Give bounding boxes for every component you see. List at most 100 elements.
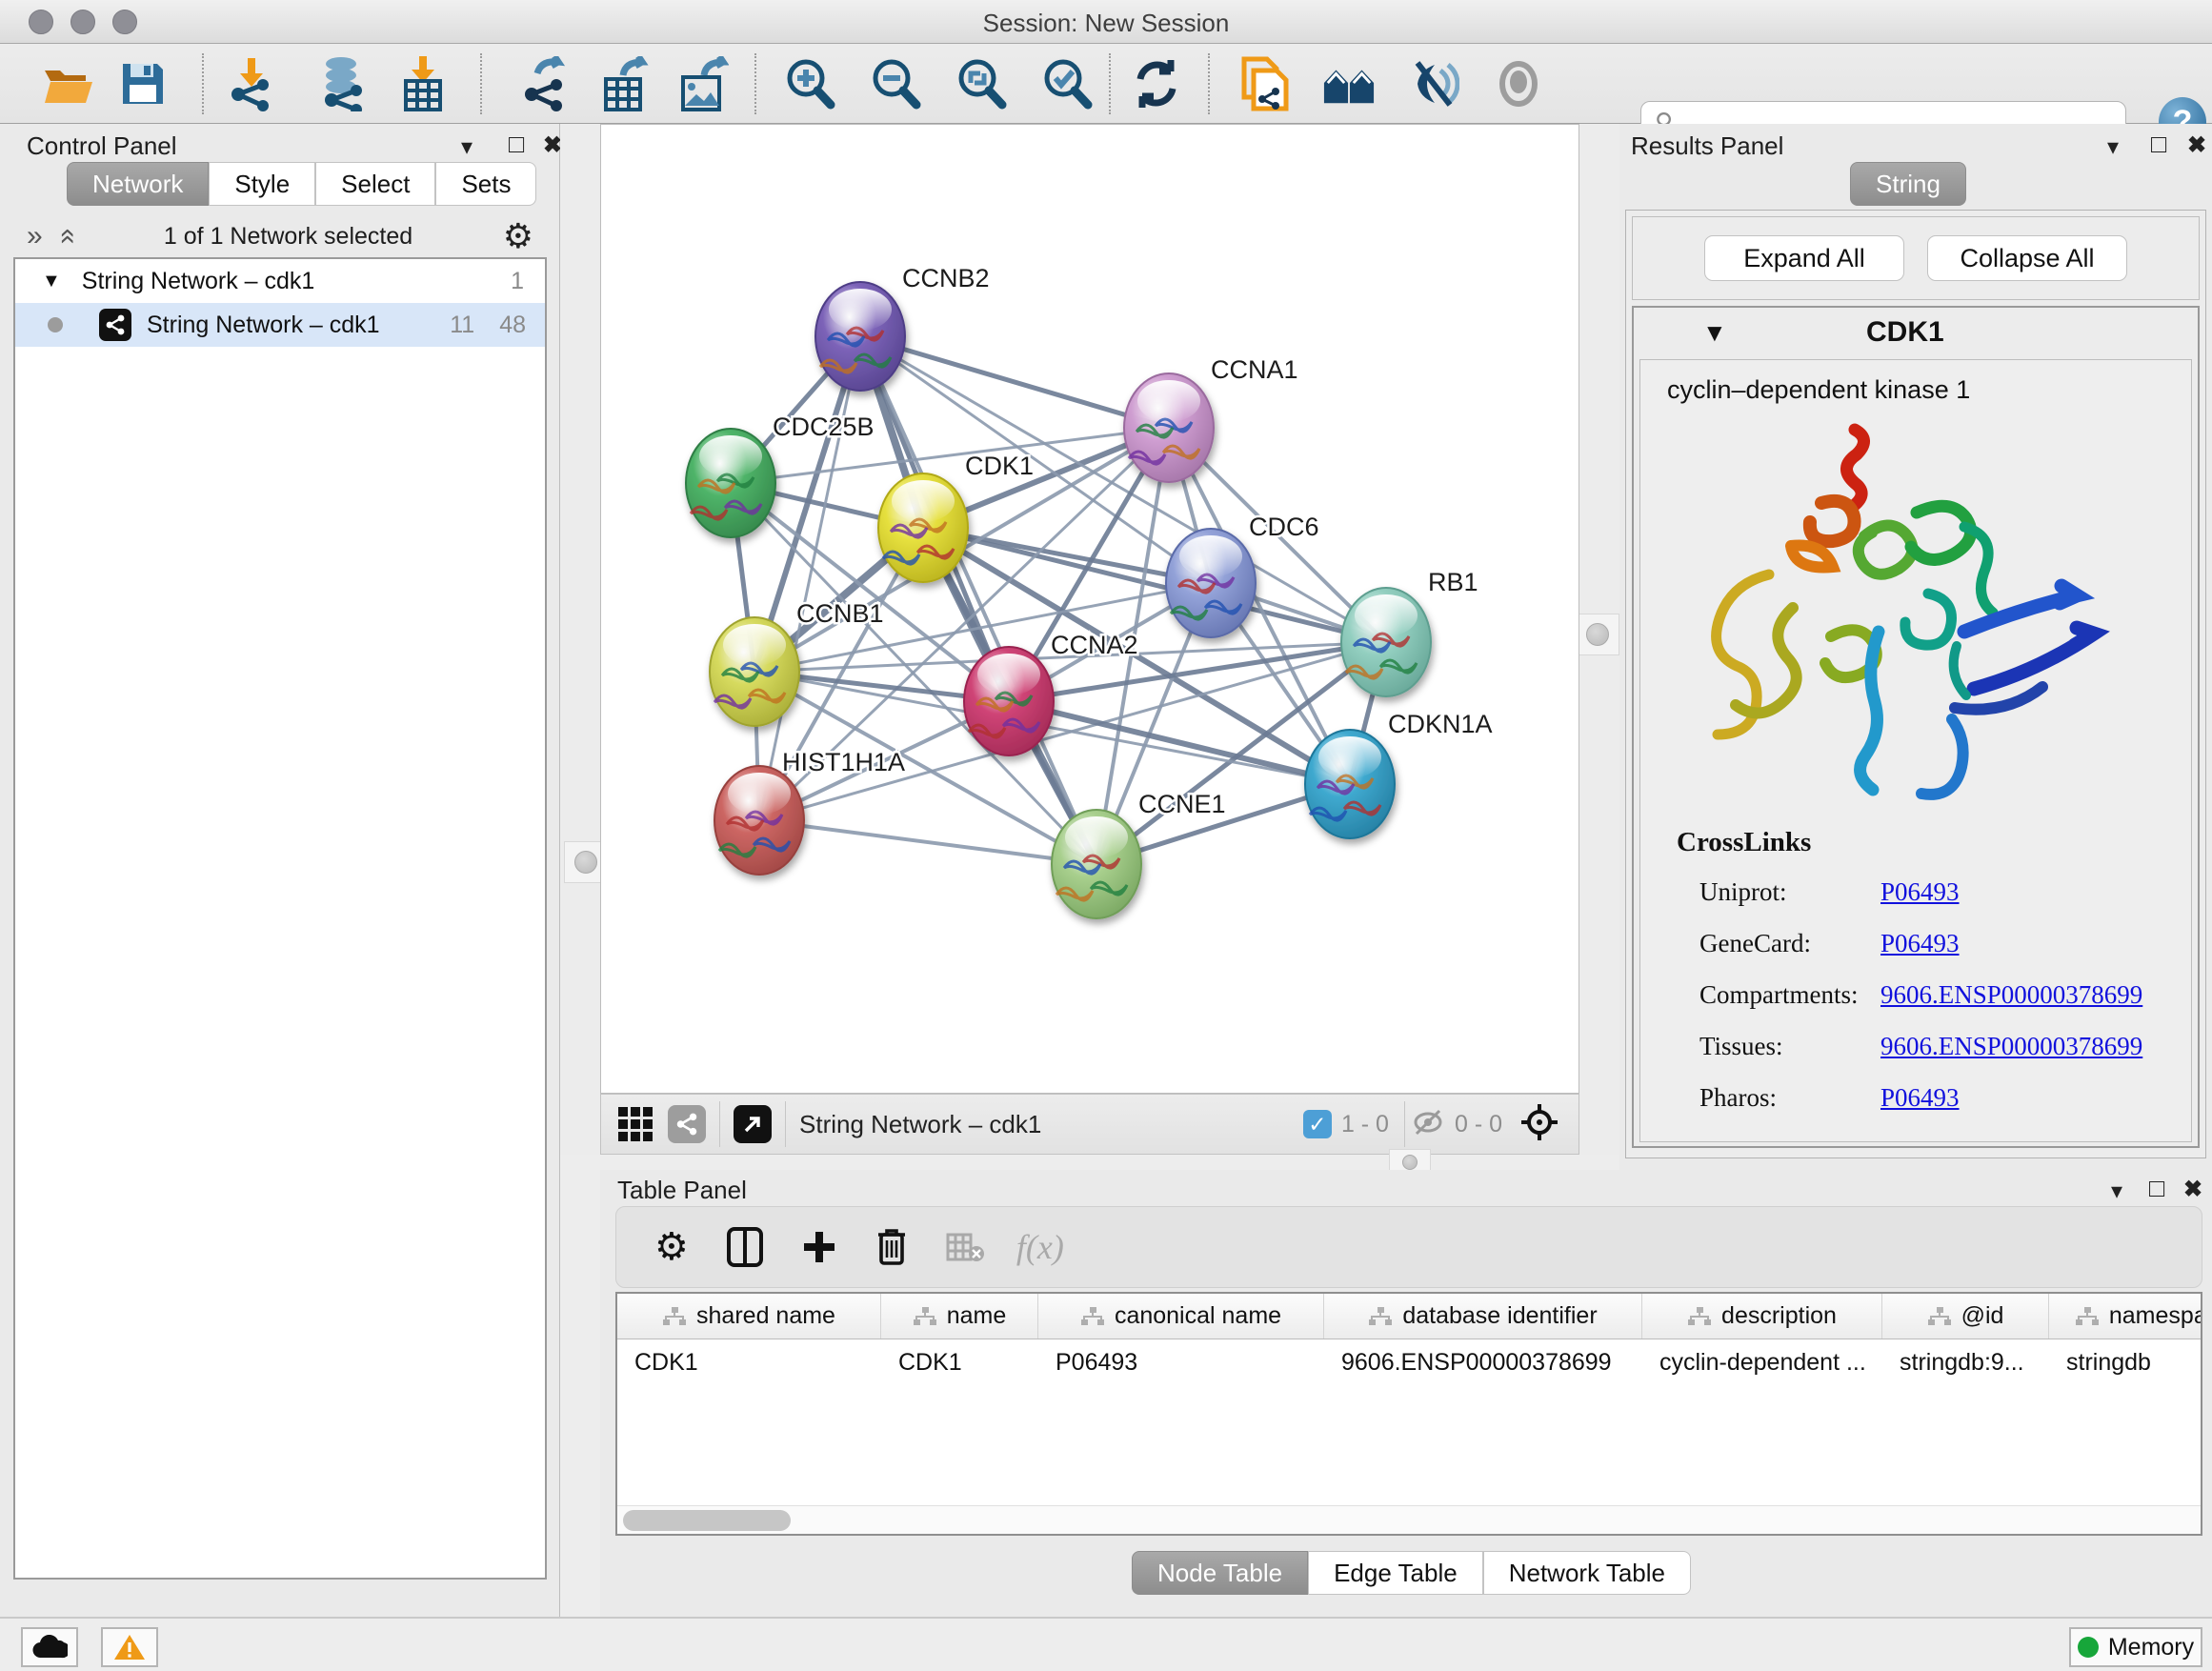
show-columns-icon[interactable]	[727, 1227, 763, 1267]
tab-node-table[interactable]: Node Table	[1132, 1551, 1308, 1595]
table-horizontal-scrollbar[interactable]	[617, 1505, 2201, 1534]
birdseye-grid-icon[interactable]	[618, 1107, 653, 1141]
network-options-gear-icon[interactable]: ⚙	[503, 217, 533, 256]
show-all-networks-icon[interactable]	[1322, 57, 1376, 111]
export-image-icon[interactable]	[676, 57, 730, 111]
collapse-all-networks-icon[interactable]: »	[27, 222, 43, 251]
tab-string[interactable]: String	[1850, 162, 1966, 206]
table-cell[interactable]: stringdb:9...	[1882, 1339, 2049, 1385]
network-row-selected[interactable]: String Network – cdk1 11 48	[15, 303, 545, 347]
network-node-HIST1H1A[interactable]	[714, 766, 804, 875]
horizontal-splitter[interactable]	[600, 1155, 1579, 1170]
string-style-icon[interactable]	[668, 1105, 706, 1143]
network-node-CCNB2[interactable]	[815, 282, 905, 391]
import-network-from-file-icon[interactable]	[225, 57, 278, 111]
zoom-in-icon[interactable]	[783, 57, 836, 111]
refresh-network-icon[interactable]	[1130, 57, 1183, 111]
expand-all-networks-icon[interactable]: »	[51, 229, 80, 245]
network-edge-CCNB2-CCNE1[interactable]	[860, 336, 1096, 864]
collapse-all-button[interactable]: Collapse All	[1927, 235, 2127, 281]
crosslink-link[interactable]: 9606.ENSP00000378699	[1880, 980, 2142, 1010]
crosslink-link[interactable]: P06493	[1880, 929, 1960, 958]
control-panel-float-icon[interactable]: □	[509, 130, 524, 159]
copy-network-icon[interactable]	[1238, 57, 1292, 111]
open-session-icon[interactable]	[42, 57, 95, 111]
table-cell[interactable]: stringdb	[2049, 1339, 2202, 1385]
network-node-CCNA1[interactable]	[1124, 373, 1214, 482]
table-cell[interactable]: P06493	[1038, 1339, 1324, 1385]
network-node-CCNE1[interactable]	[1052, 810, 1141, 918]
network-collection-row[interactable]: ▼ String Network – cdk1 1	[15, 259, 545, 303]
column-header-namespace[interactable]: namespace	[2049, 1294, 2202, 1339]
zoom-selected-icon[interactable]	[1040, 57, 1094, 111]
crosslink-link[interactable]: P06493	[1880, 877, 1960, 907]
network-node-CCNA2[interactable]	[964, 647, 1054, 755]
right-splitter-handle[interactable]	[1576, 614, 1619, 655]
column-header-description[interactable]: description	[1642, 1294, 1882, 1339]
cloud-status-button[interactable]	[21, 1627, 78, 1667]
column-header-sharedname[interactable]: shared name	[617, 1294, 881, 1339]
selected-checkbox[interactable]: ✓	[1303, 1110, 1332, 1138]
network-edge-CCNB2-CCNA1[interactable]	[860, 336, 1169, 428]
results-panel-close-icon[interactable]: ✖	[2187, 131, 2206, 159]
open-in-browser-icon[interactable]	[734, 1105, 772, 1143]
network-node-CDC25B[interactable]	[686, 429, 775, 537]
network-node-CDC6[interactable]	[1166, 529, 1256, 637]
table-row[interactable]: CDK1CDK1P064939606.ENSP00000378699cyclin…	[617, 1339, 2201, 1385]
column-header-name[interactable]: name	[881, 1294, 1038, 1339]
crosslink-link[interactable]: P06493	[1880, 1083, 1960, 1113]
table-cell[interactable]: CDK1	[617, 1339, 881, 1385]
collapse-card-icon[interactable]: ▼	[1702, 318, 1727, 348]
network-graph[interactable]: CCNB2CCNA1CDC25BCDK1CDC6RB1CCNB1CCNA2CDK…	[601, 125, 1579, 1093]
center-view-icon[interactable]	[1519, 1102, 1559, 1147]
control-panel-menu-icon[interactable]: ▾	[461, 133, 473, 161]
tab-select[interactable]: Select	[315, 162, 435, 206]
results-panel-menu-icon[interactable]: ▾	[2107, 133, 2119, 161]
show-hidden-icon[interactable]	[1492, 57, 1545, 111]
warnings-button[interactable]	[101, 1627, 158, 1667]
table-cell[interactable]: 9606.ENSP00000378699	[1324, 1339, 1642, 1385]
network-edge-HIST1H1A-CCNE1[interactable]	[759, 820, 1096, 864]
tab-edge-table[interactable]: Edge Table	[1308, 1551, 1483, 1595]
network-node-RB1[interactable]	[1341, 588, 1431, 696]
tab-network[interactable]: Network	[67, 162, 209, 206]
delete-column-icon[interactable]	[875, 1227, 908, 1267]
crosslink-link[interactable]: 9606.ENSP00000378699	[1880, 1032, 2142, 1061]
window-title: Session: New Session	[0, 9, 2212, 38]
collection-expander-icon[interactable]: ▼	[42, 271, 61, 292]
export-table-icon[interactable]	[598, 57, 652, 111]
zoom-fit-icon[interactable]	[955, 57, 1008, 111]
hidden-counts: 0 - 0	[1455, 1111, 1502, 1138]
network-node-CDK1[interactable]	[878, 473, 968, 582]
save-session-icon[interactable]	[116, 57, 170, 111]
table-cell[interactable]: CDK1	[881, 1339, 1038, 1385]
zoom-out-icon[interactable]	[869, 57, 922, 111]
hidden-eye-icon[interactable]	[1411, 1108, 1445, 1141]
network-node-CCNB1[interactable]	[710, 617, 799, 726]
table-panel-close-icon[interactable]: ✖	[2183, 1176, 2202, 1203]
results-panel-float-icon[interactable]: □	[2151, 130, 2166, 159]
network-node-CDKN1A[interactable]	[1305, 730, 1395, 838]
export-network-icon[interactable]	[518, 57, 572, 111]
column-header-databaseidentifier[interactable]: database identifier	[1324, 1294, 1642, 1339]
import-table-from-file-icon[interactable]	[396, 57, 450, 111]
column-header-id[interactable]: @id	[1882, 1294, 2049, 1339]
hide-selected-icon[interactable]	[1406, 57, 1459, 111]
left-splitter[interactable]	[560, 124, 600, 1155]
table-cell[interactable]: cyclin-dependent ...	[1642, 1339, 1882, 1385]
expand-all-button[interactable]: Expand All	[1704, 235, 1904, 281]
table-panel-menu-icon[interactable]: ▾	[2111, 1178, 2122, 1205]
tab-sets[interactable]: Sets	[435, 162, 536, 206]
memory-button[interactable]: Memory	[2069, 1627, 2202, 1667]
table-options-gear-icon[interactable]: ⚙	[654, 1225, 689, 1269]
network-edge-CCNA2-CDKN1A[interactable]	[1009, 701, 1350, 784]
node-result-header[interactable]: ▼ CDK1	[1634, 308, 2198, 357]
scrollbar-thumb[interactable]	[623, 1510, 791, 1531]
network-canvas[interactable]: CCNB2CCNA1CDC25BCDK1CDC6RB1CCNB1CCNA2CDK…	[600, 124, 1579, 1094]
tab-network-table[interactable]: Network Table	[1483, 1551, 1691, 1595]
tab-style[interactable]: Style	[209, 162, 315, 206]
table-panel-float-icon[interactable]: □	[2149, 1174, 2164, 1203]
column-header-canonicalname[interactable]: canonical name	[1038, 1294, 1324, 1339]
import-network-from-database-icon[interactable]	[316, 57, 370, 111]
add-column-icon[interactable]	[801, 1229, 837, 1265]
